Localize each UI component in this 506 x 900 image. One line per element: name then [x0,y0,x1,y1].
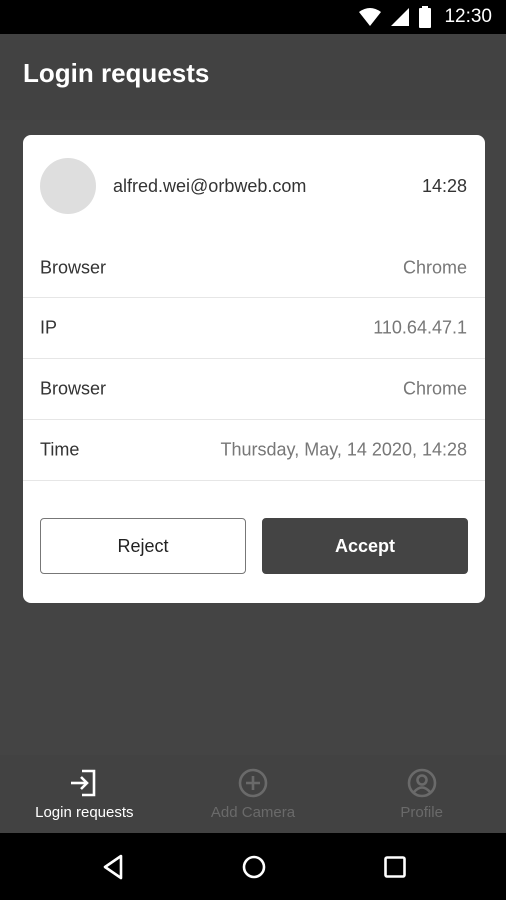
system-recents-button[interactable] [375,847,415,887]
login-icon [71,769,96,797]
nav-item-profile[interactable]: Profile [337,755,506,833]
back-icon [103,854,123,879]
app-header: Login requests [0,34,506,120]
detail-row-ip: IP 110.64.47.1 [23,298,485,359]
add-circle-icon [238,768,268,798]
detail-key: Time [40,439,80,460]
detail-key: Browser [40,378,107,399]
nav-label: Add Camera [210,804,296,821]
detail-key: Browser [40,257,107,277]
system-back-button[interactable] [93,847,133,887]
accept-button[interactable]: Accept [262,518,468,574]
request-time: 14:28 [421,176,467,196]
detail-value: 110.64.47.1 [373,317,467,338]
login-request-card: alfred.wei@orbweb.com 14:28 Browser Chro… [23,135,485,603]
status-clock: 12:30 [444,6,492,27]
request-email: alfred.wei@orbweb.com [113,176,307,196]
nav-item-login-requests[interactable]: Login requests [0,755,169,833]
bottom-nav: Login requests Add Camera Profile [0,755,506,833]
avatar [40,158,96,214]
detail-value: Chrome [402,378,467,399]
system-home-button[interactable] [234,847,274,887]
detail-key: IP [40,317,58,338]
wifi-icon [359,8,382,26]
detail-value: Thursday, May, 14 2020, 14:28 [220,439,467,460]
request-actions: Reject Accept [40,518,468,574]
detail-value: Chrome [402,257,467,277]
request-header: alfred.wei@orbweb.com 14:28 [23,135,485,238]
reject-button[interactable]: Reject [40,518,246,574]
detail-row-time: Time Thursday, May, 14 2020, 14:28 [23,420,485,481]
status-bar: 12:30 [0,0,506,34]
detail-row-browser: Browser Chrome [23,238,485,298]
profile-icon [407,768,436,798]
nav-label: Profile [400,804,443,821]
page-title: Login requests [23,58,210,88]
battery-icon [419,6,432,28]
cellular-signal-icon [391,8,410,26]
main-content: alfred.wei@orbweb.com 14:28 Browser Chro… [0,120,506,755]
detail-row-browser-2: Browser Chrome [23,359,485,420]
request-details: Browser Chrome IP 110.64.47.1 Browser Ch… [23,238,485,481]
nav-label: Login requests [35,804,134,821]
recents-icon [384,855,406,878]
system-nav-bar [0,833,506,900]
nav-item-add-camera[interactable]: Add Camera [169,755,338,833]
home-icon [242,855,266,878]
